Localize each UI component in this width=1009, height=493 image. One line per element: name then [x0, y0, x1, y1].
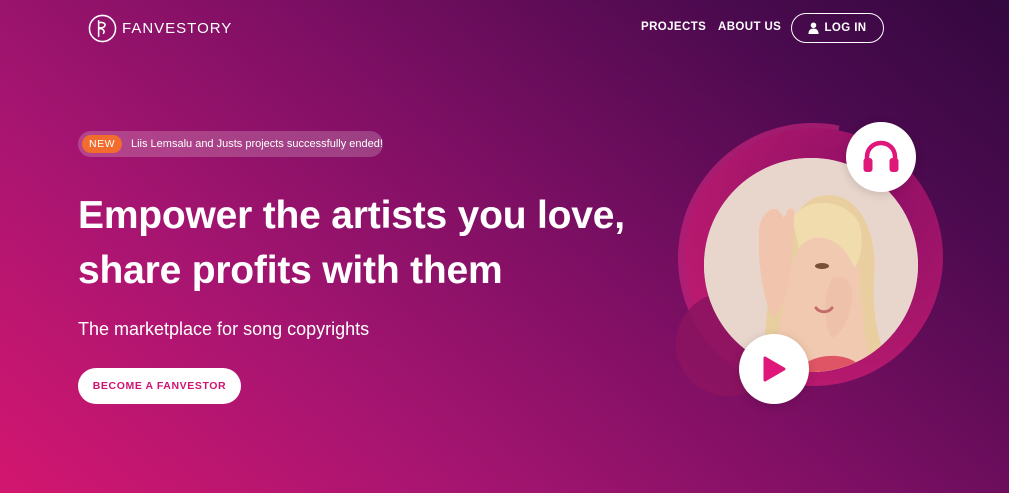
nav-projects[interactable]: PROJECTS — [641, 21, 706, 33]
hero-artwork — [660, 100, 990, 430]
headphones-button[interactable] — [846, 122, 916, 192]
login-button[interactable]: LOG IN — [791, 13, 884, 43]
top-navigation: FANVESTORY PROJECTS ABOUT US LOG IN — [0, 0, 1009, 56]
user-icon — [808, 22, 820, 34]
news-text: Liis Lemsalu and Justs projects successf… — [131, 138, 383, 150]
new-badge: NEW — [82, 135, 122, 153]
logo[interactable]: FANVESTORY — [88, 14, 232, 43]
hero-subheadline: The marketplace for song copyrights — [78, 319, 370, 339]
headline-line-1: Empower the artists you love, — [78, 194, 625, 237]
news-banner[interactable]: NEW Liis Lemsalu and Justs projects succ… — [78, 131, 383, 157]
headline-line-2: share profits with them — [78, 249, 503, 292]
fanvestory-logo-icon — [88, 14, 117, 43]
nav-about-us[interactable]: ABOUT US — [718, 21, 781, 33]
headphones-icon — [863, 140, 899, 172]
become-fanvestor-button[interactable]: BECOME A FANVESTOR — [78, 368, 241, 404]
play-icon — [763, 356, 786, 382]
hero-headline: Empower the artists you love, share prof… — [78, 188, 638, 298]
logo-text: FANVESTORY — [122, 20, 233, 37]
play-button[interactable] — [739, 334, 809, 404]
login-label: LOG IN — [824, 22, 867, 34]
